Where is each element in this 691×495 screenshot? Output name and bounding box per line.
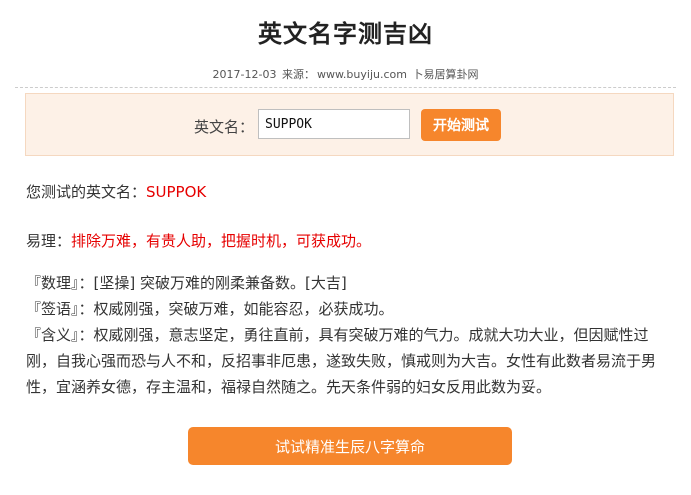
shuli-line: 『数理』：[坚操] 突破万难的刚柔兼备数。[大吉] [26,270,671,296]
hanyi-line: 『含义』：权威刚强，意志坚定，勇往直前，具有突破万难的气力。成就大功大业，但因赋… [26,322,671,400]
source-label: 来源： [281,68,315,81]
source-url-link[interactable]: www.buyiju.com [317,68,407,81]
tested-name-row: 您测试的英文名：SUPPOK [26,181,206,202]
shuli-value: [坚操] 突破万难的刚柔兼备数。[大吉] [93,274,347,292]
start-test-button[interactable]: 开始测试 [421,109,501,141]
hanyi-label: 『含义』： [26,326,94,344]
yili-label: 易理： [26,232,72,250]
article-meta: 2017-12-03 来源： www.buyiju.com 卜易居算卦网 [0,66,691,82]
qianyu-label: 『签语』： [26,300,94,318]
tested-name-label: 您测试的英文名： [26,183,147,201]
divider [15,87,676,88]
qianyu-value: 权威刚强，突破万难，如能容忍，必获成功。 [93,300,394,318]
english-name-label: 英文名： [194,118,255,136]
bazi-fortune-button[interactable]: 试试精准生辰八字算命 [188,427,512,465]
hanyi-value: 权威刚强，意志坚定，勇往直前，具有突破万难的气力。成就大功大业，但因赋性过刚，自… [26,326,657,396]
page-title: 英文名字测吉凶 [258,20,433,48]
analysis-section: 『数理』：[坚操] 突破万难的刚柔兼备数。[大吉] 『签语』：权威刚强，突破万难… [26,270,671,400]
shuli-label: 『数理』： [26,274,94,292]
tested-name-value: SUPPOK [146,183,207,201]
yili-row: 易理：排除万难，有贵人助，把握时机，可获成功。 [26,230,371,251]
qianyu-line: 『签语』：权威刚强，突破万难，如能容忍，必获成功。 [26,296,671,322]
name-test-form: 英文名： 开始测试 [25,93,674,156]
yili-value: 排除万难，有贵人助，把握时机，可获成功。 [71,232,372,250]
english-name-input[interactable] [258,109,410,139]
source-name: 卜易居算卦网 [412,68,479,81]
page: 英文名字测吉凶 2017-12-03 来源： www.buyiju.com 卜易居… [0,0,691,495]
publish-date: 2017-12-03 [212,68,277,81]
